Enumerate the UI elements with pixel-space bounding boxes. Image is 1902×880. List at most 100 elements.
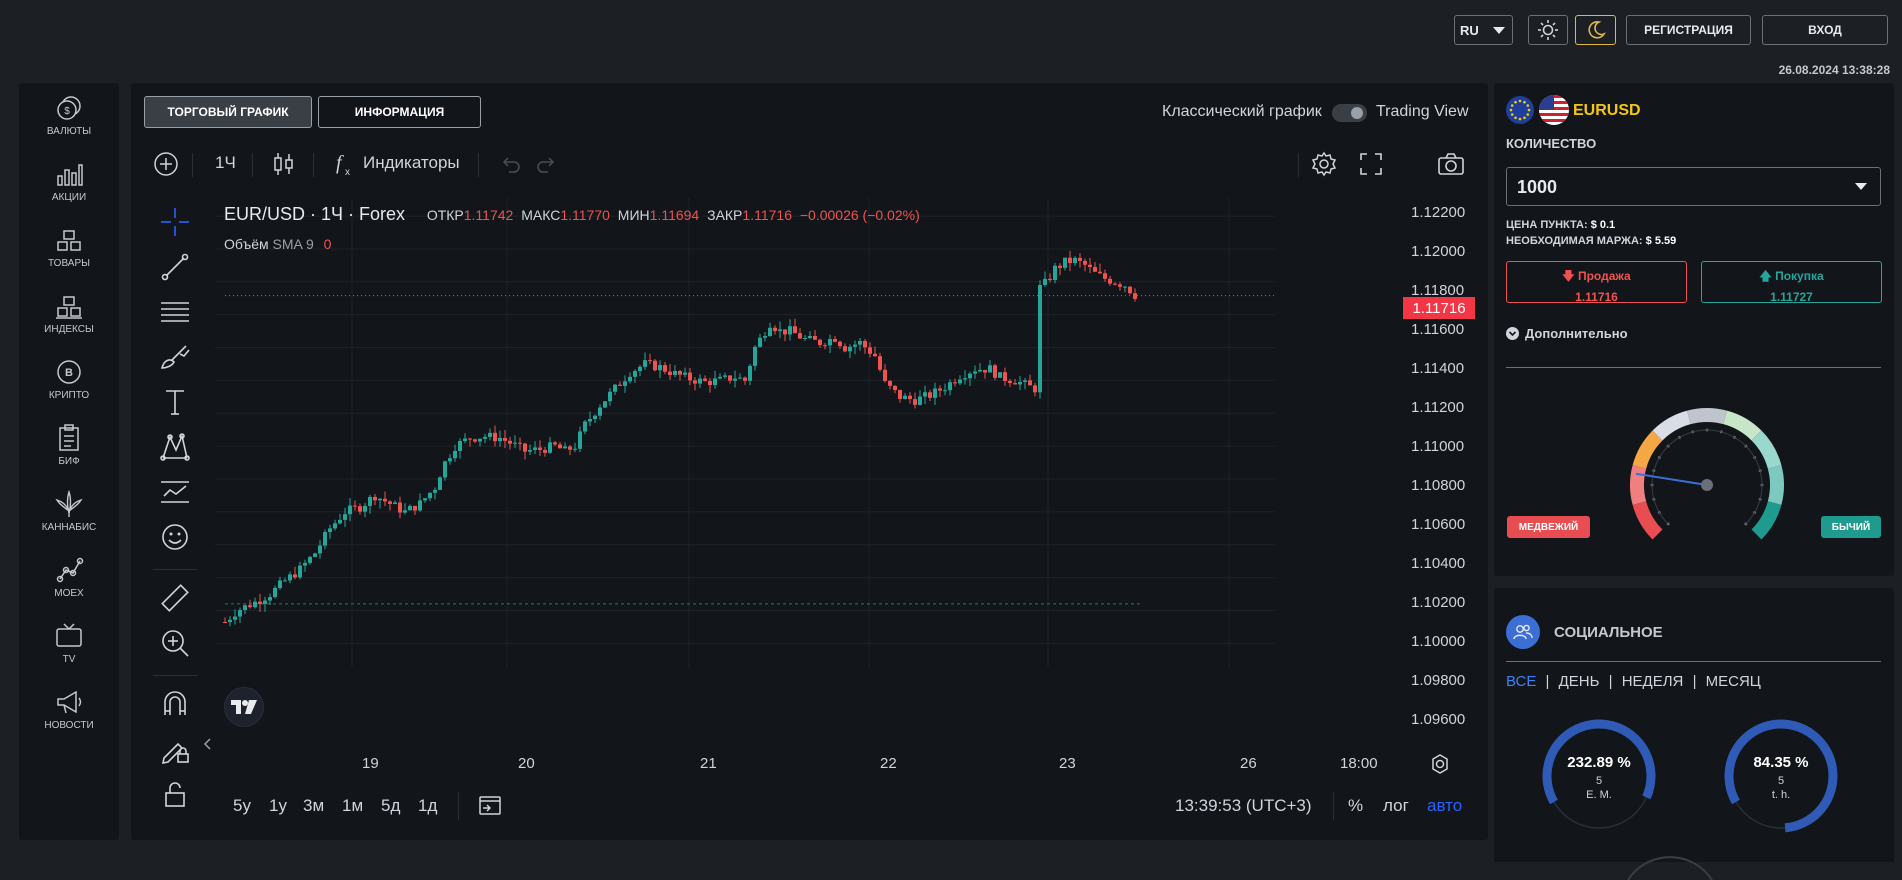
login-button[interactable]: ВХОД bbox=[1762, 15, 1888, 45]
log-scale-button[interactable]: лог bbox=[1383, 796, 1409, 816]
date-range-icon[interactable] bbox=[478, 794, 502, 816]
classic-chart-label: Классический график bbox=[1162, 103, 1322, 120]
timeframe-3m[interactable]: 3м bbox=[303, 796, 324, 816]
candle-body bbox=[388, 501, 392, 504]
add-symbol-icon[interactable] bbox=[153, 151, 179, 177]
settings-gear-icon[interactable] bbox=[1311, 151, 1337, 177]
nav-item-moex[interactable]: MOEX bbox=[19, 555, 119, 615]
nav-item-currencies[interactable]: $ ВАЛЮТЫ bbox=[19, 93, 119, 153]
text-tool-icon[interactable] bbox=[158, 385, 192, 419]
tab-trading-chart[interactable]: ТОРГОВЫЙ ГРАФИК bbox=[144, 96, 312, 128]
candle-body bbox=[718, 376, 722, 379]
axis-settings-icon[interactable] bbox=[1429, 753, 1451, 775]
dark-theme-button[interactable] bbox=[1575, 15, 1616, 45]
candle-body bbox=[303, 562, 307, 566]
cannabis-icon bbox=[55, 489, 83, 517]
undo-icon[interactable] bbox=[499, 154, 521, 176]
indicators-button[interactable]: Индикаторы bbox=[363, 153, 460, 173]
redo-icon[interactable] bbox=[536, 154, 558, 176]
candle-body bbox=[548, 442, 552, 453]
candle-body bbox=[873, 353, 877, 357]
candle-body bbox=[283, 580, 287, 582]
nav-item-stocks[interactable]: АКЦИИ bbox=[19, 159, 119, 219]
filter-month[interactable]: МЕСЯЦ bbox=[1706, 673, 1761, 690]
more-toggle[interactable]: Дополнительно bbox=[1506, 326, 1628, 341]
timeframe-5y[interactable]: 5y bbox=[233, 796, 251, 816]
candle-body bbox=[723, 375, 727, 377]
projection-icon[interactable] bbox=[158, 475, 192, 509]
x-tick: 19 bbox=[362, 755, 379, 772]
candle-body bbox=[768, 327, 772, 337]
candle-body bbox=[418, 500, 422, 511]
quantity-select[interactable]: 1000 bbox=[1506, 167, 1881, 206]
ruler-icon[interactable] bbox=[158, 581, 192, 615]
candle-body bbox=[968, 373, 972, 379]
candle-body bbox=[263, 600, 267, 604]
candle-body bbox=[1038, 285, 1042, 393]
candle-body bbox=[1033, 385, 1037, 393]
nav-item-crypto[interactable]: B КРИПТО bbox=[19, 357, 119, 417]
zoom-in-icon[interactable] bbox=[158, 626, 192, 660]
fullscreen-icon[interactable] bbox=[1359, 152, 1383, 176]
candle-body bbox=[963, 378, 967, 380]
camera-icon[interactable] bbox=[1437, 152, 1465, 176]
quantity-value: 1000 bbox=[1517, 177, 1558, 197]
tab-information[interactable]: ИНФОРМАЦИЯ bbox=[318, 96, 481, 128]
magnet-icon[interactable] bbox=[158, 687, 192, 721]
legend-high: 1.11770 bbox=[560, 207, 610, 223]
emoji-icon[interactable] bbox=[158, 520, 192, 554]
candle-body bbox=[828, 339, 832, 346]
sell-button[interactable]: 🡇 Продажа 1.11716 bbox=[1506, 261, 1687, 304]
pattern-icon[interactable] bbox=[158, 430, 192, 464]
candle-body bbox=[1063, 257, 1067, 268]
timeframe-5d[interactable]: 5д bbox=[381, 796, 400, 816]
candle-body bbox=[1108, 278, 1112, 284]
unlock-icon[interactable] bbox=[158, 777, 192, 811]
nav-item-cannabis[interactable]: КАННАБИС bbox=[19, 489, 119, 549]
trade-symbol: EURUSD bbox=[1573, 102, 1641, 119]
chevron-down-icon bbox=[1493, 27, 1505, 34]
language-select[interactable]: RU bbox=[1454, 15, 1513, 45]
gauge-segment bbox=[1767, 465, 1784, 505]
timeframe-1m[interactable]: 1м bbox=[342, 796, 363, 816]
nav-label: АКЦИИ bbox=[51, 192, 87, 203]
brush-icon[interactable] bbox=[158, 340, 192, 374]
crosshair-icon[interactable] bbox=[158, 205, 192, 239]
chart-mode-toggle[interactable] bbox=[1332, 104, 1367, 122]
register-button[interactable]: РЕГИСТРАЦИЯ bbox=[1626, 15, 1751, 45]
percent-scale-button[interactable]: % bbox=[1348, 796, 1363, 816]
y-tick: 1.11600 bbox=[1411, 321, 1465, 338]
lock-drawings-icon[interactable] bbox=[158, 732, 192, 766]
buy-button[interactable]: 🡅 Покупка 1.11727 bbox=[1701, 261, 1882, 304]
timeframe-1y[interactable]: 1y bbox=[269, 796, 287, 816]
price-chart[interactable] bbox=[215, 198, 1355, 668]
nav-item-news[interactable]: НОВОСТИ bbox=[19, 687, 119, 747]
legend-change: −0.00026 (−0.02%) bbox=[799, 207, 920, 223]
megaphone-icon bbox=[57, 690, 82, 714]
filter-all[interactable]: ВСЕ bbox=[1506, 673, 1536, 690]
fib-lines-icon[interactable] bbox=[158, 295, 192, 329]
x-tick: 21 bbox=[700, 755, 717, 772]
light-theme-button[interactable] bbox=[1528, 15, 1568, 45]
nav-item-indices[interactable]: ИНДЕКСЫ bbox=[19, 291, 119, 351]
legend-high-label: МАКС bbox=[521, 207, 561, 223]
filter-week[interactable]: НЕДЕЛЯ bbox=[1622, 673, 1684, 690]
collapse-toolbar-icon[interactable] bbox=[203, 737, 213, 751]
social-panel: СОЦИАЛЬНОЕ ВСЕ | ДЕНЬ | НЕДЕЛЯ | МЕСЯЦ 2… bbox=[1494, 588, 1894, 880]
nav-item-bif[interactable]: БИФ bbox=[19, 423, 119, 483]
timeframe-1d[interactable]: 1д bbox=[418, 796, 437, 816]
candle-body bbox=[1028, 380, 1032, 386]
candle-body bbox=[318, 545, 322, 554]
y-tick: 1.10600 bbox=[1411, 516, 1466, 533]
volume-label: Объём bbox=[224, 236, 269, 252]
nav-item-tv[interactable]: TV bbox=[19, 621, 119, 681]
candle-body bbox=[463, 438, 467, 442]
candle-body bbox=[583, 421, 587, 432]
trend-line-icon[interactable] bbox=[158, 250, 192, 284]
auto-scale-button[interactable]: авто bbox=[1427, 796, 1462, 816]
nav-item-commodities[interactable]: ТОВАРЫ bbox=[19, 225, 119, 285]
interval-button[interactable]: 1Ч bbox=[215, 153, 236, 173]
tradingview-logo[interactable] bbox=[224, 687, 264, 727]
filter-day[interactable]: ДЕНЬ bbox=[1559, 673, 1600, 690]
candles-icon[interactable] bbox=[273, 151, 295, 177]
